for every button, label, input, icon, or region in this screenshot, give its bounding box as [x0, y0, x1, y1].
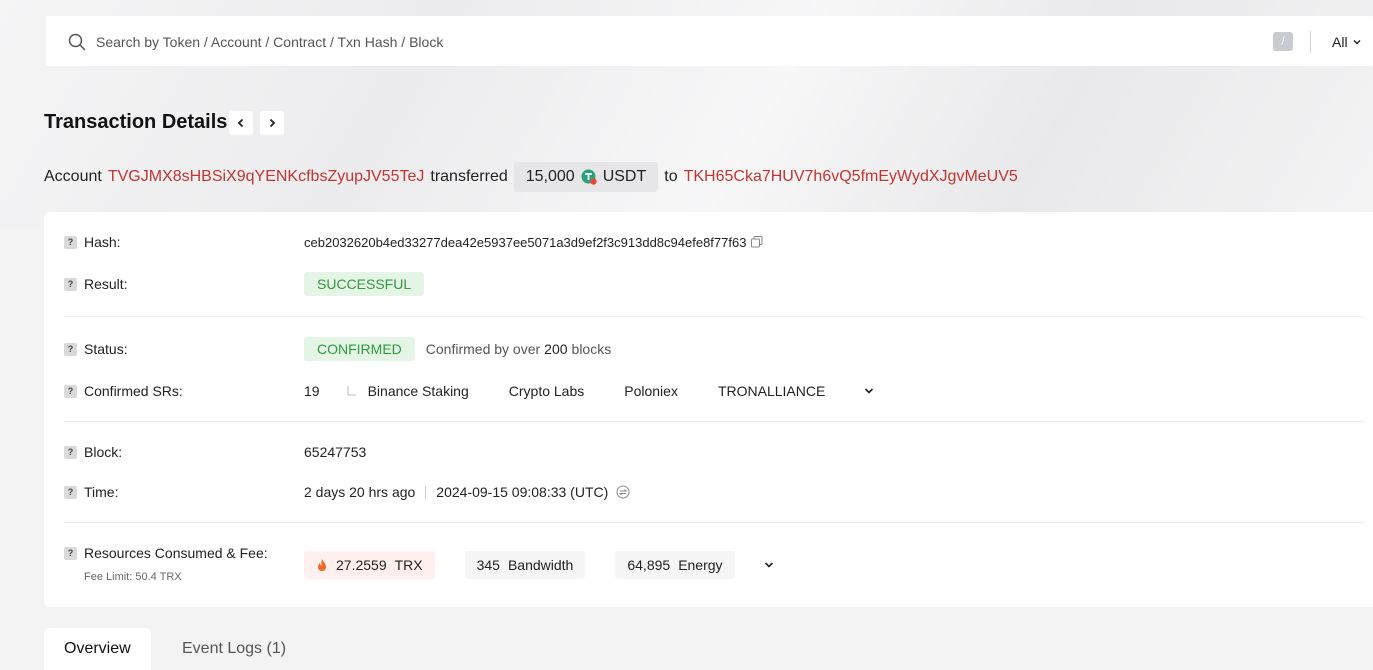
time-row: ? Time: [64, 482, 118, 502]
usdt-token-icon[interactable] [581, 169, 597, 185]
chevron-down-icon[interactable] [863, 385, 875, 397]
bandwidth-amount: 345 [476, 557, 500, 573]
sr-item-poloniex[interactable]: Poloniex [624, 383, 678, 399]
tab-event-logs[interactable]: Event Logs (1) [162, 628, 306, 670]
help-icon[interactable]: ? [64, 277, 77, 291]
search-shortcut-key: / [1273, 32, 1293, 51]
hash-label: Hash: [84, 234, 121, 250]
amount-pill: 15,000 USDT [513, 162, 659, 192]
trx-burned-pill: 27.2559 TRX [304, 551, 435, 579]
confirmed-srs-row: ? Confirmed SRs: [64, 381, 183, 401]
transaction-details-card: ? Hash: ceb2032620b4ed33277dea42e5937ee5… [44, 212, 1373, 607]
to-address-link[interactable]: TKH65Cka7HUV7h6vQ5fmEyWydXJgvMeUV5 [684, 168, 1018, 186]
energy-pill: 64,895 Energy [615, 551, 735, 579]
page-title: Transaction Details [44, 111, 228, 133]
hash-value-container: ceb2032620b4ed33277dea42e5937ee5071a3d9e… [304, 232, 764, 252]
result-badge: SUCCESSFUL [304, 272, 425, 296]
flame-icon [318, 559, 326, 571]
energy-amount: 64,895 [627, 557, 671, 573]
status-label: Status: [84, 341, 128, 357]
trx-unit: TRX [394, 557, 423, 573]
search-input[interactable] [96, 31, 996, 53]
help-icon[interactable]: ? [64, 485, 77, 499]
search-bar: / All [46, 16, 1373, 66]
resources-label: Resources Consumed & Fee: [84, 545, 268, 561]
search-scope-label: All [1332, 34, 1348, 50]
sr-item-tronalliance[interactable]: TRONALLIANCE [718, 383, 825, 399]
section-divider [64, 316, 1364, 317]
summary-to-word: to [664, 168, 678, 185]
result-label: Result: [84, 276, 128, 292]
amount-value: 15,000 [525, 168, 575, 185]
time-relative: 2 days 20 hrs ago [304, 484, 416, 500]
search-scope-dropdown[interactable]: All [1332, 31, 1362, 53]
status-note-count: 200 [544, 341, 568, 357]
search-icon [68, 33, 86, 51]
tree-branch-icon [347, 386, 356, 396]
resources-row: ? Resources Consumed & Fee: [64, 543, 268, 563]
fee-limit-text: Fee Limit: 50.4 TRX [84, 571, 182, 583]
bandwidth-pill: 345 Bandwidth [464, 551, 586, 579]
confirmed-srs-label: Confirmed SRs: [84, 383, 183, 399]
from-address-link[interactable]: TVGJMX8sHBSiX9qYENKcfbsZyupJV55TeJ [108, 168, 425, 186]
help-icon[interactable]: ? [64, 384, 77, 398]
time-separator [425, 485, 427, 499]
summary-verb: transferred [430, 168, 508, 185]
summary-prefix: Account [44, 168, 102, 185]
help-icon[interactable]: ? [64, 235, 77, 249]
status-row: ? Status: [64, 339, 128, 359]
time-absolute: 2024-09-15 09:08:33 (UTC) [436, 484, 609, 500]
hash-value: ceb2032620b4ed33277dea42e5937ee5071a3d9e… [304, 234, 747, 250]
next-transaction-button[interactable] [260, 111, 284, 135]
time-label: Time: [84, 484, 119, 500]
transfer-summary: Account TVGJMX8sHBSiX9qYENKcfbsZyupJV55T… [44, 162, 1024, 192]
chevron-left-icon [237, 118, 244, 128]
hash-row: ? Hash: [64, 232, 121, 252]
status-note-suffix: blocks [571, 341, 612, 357]
help-icon[interactable]: ? [64, 546, 77, 560]
trx-amount: 27.2559 [336, 557, 387, 573]
bandwidth-unit: Bandwidth [507, 557, 574, 573]
block-row: ? Block: [64, 442, 122, 462]
token-symbol-link[interactable]: USDT [603, 168, 647, 186]
search-divider [1310, 31, 1311, 53]
help-icon[interactable]: ? [64, 445, 77, 459]
status-badge: CONFIRMED [304, 337, 415, 361]
confirmed-srs-count: 19 [304, 383, 320, 399]
sr-item-binance-staking[interactable]: Binance Staking [368, 383, 469, 399]
previous-transaction-button[interactable] [229, 111, 253, 135]
section-divider [64, 421, 1364, 422]
chevron-down-icon [1353, 39, 1361, 45]
sr-item-crypto-labs[interactable]: Crypto Labs [509, 383, 584, 399]
result-row: ? Result: [64, 274, 128, 294]
status-note-prefix: Confirmed by over [425, 341, 541, 357]
block-label: Block: [84, 444, 123, 460]
tab-overview[interactable]: Overview [44, 628, 151, 670]
chevron-right-icon [269, 118, 276, 128]
block-number-link[interactable]: 65247753 [304, 444, 366, 460]
copy-icon[interactable] [750, 235, 764, 249]
section-divider [64, 522, 1364, 523]
timezone-switch-icon[interactable] [616, 485, 630, 499]
energy-unit: Energy [678, 557, 723, 573]
help-icon[interactable]: ? [64, 342, 77, 356]
chevron-down-icon[interactable] [763, 559, 775, 571]
